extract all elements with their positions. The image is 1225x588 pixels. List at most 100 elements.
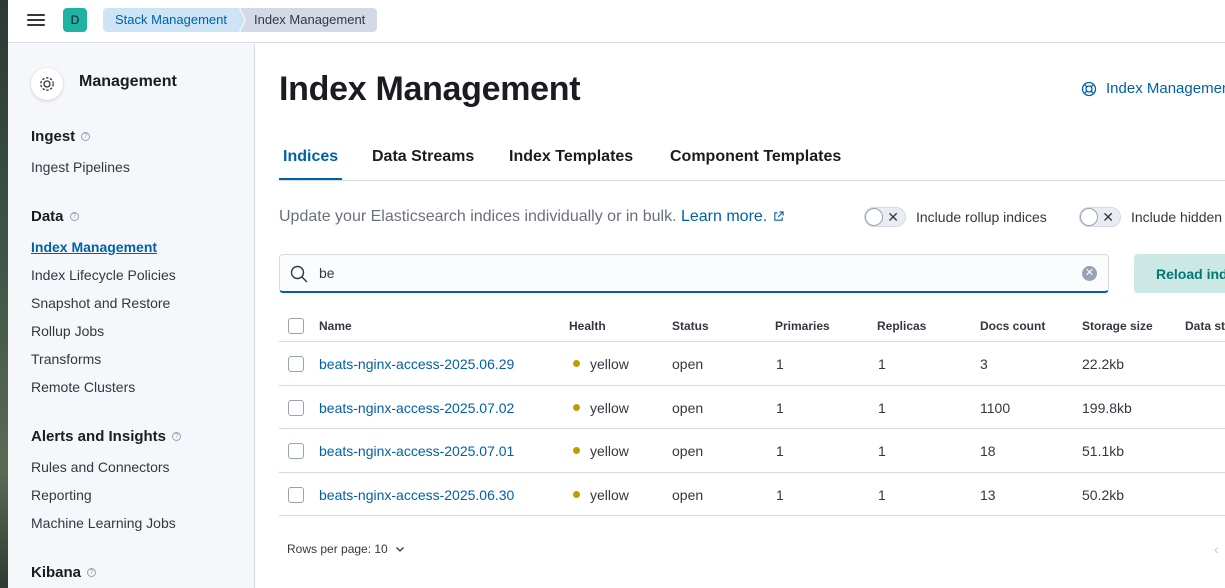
health-cell: yellow <box>573 400 629 416</box>
previous-page-icon[interactable]: ‹ <box>1214 541 1219 557</box>
sidebar-item-rules-and-connectors[interactable]: Rules and Connectors <box>31 459 170 475</box>
column-storage-size[interactable]: Storage size <box>1082 319 1153 333</box>
replicas-cell: 1 <box>878 486 886 503</box>
docs-count-cell: 13 <box>980 486 996 503</box>
reload-label: Reload indices <box>1156 265 1225 282</box>
row-checkbox[interactable] <box>288 443 304 459</box>
docs-count-cell: 18 <box>980 443 996 459</box>
table-row: beats-nginx-access-2025.06.30 yellow ope… <box>279 473 1225 516</box>
close-icon: ✕ <box>1102 209 1114 225</box>
sidebar-group-data: Data? <box>31 208 79 225</box>
question-icon: ? <box>81 132 91 141</box>
storage-size-cell: 50.2kb <box>1082 486 1125 503</box>
storage-size-cell: 199.8kb <box>1082 399 1132 416</box>
docs-count-cell: 3 <box>980 356 988 372</box>
search-field[interactable]: ✕ <box>279 254 1109 293</box>
question-icon: ? <box>87 568 97 577</box>
sidebar: Management Ingest? Ingest Pipelines Data… <box>8 44 255 588</box>
reload-indices-button[interactable]: Reload indices <box>1134 254 1225 293</box>
sidebar-item-transforms[interactable]: Transforms <box>31 351 101 367</box>
description: Update your Elasticsearch indices indivi… <box>279 208 784 226</box>
column-name[interactable]: Name <box>319 319 352 333</box>
health-cell: yellow <box>573 443 629 459</box>
tabs: Indices Data Streams Index Templates Com… <box>279 140 1225 181</box>
docs-link-label: Index Management docs <box>1106 80 1225 97</box>
health-dot-icon <box>573 447 580 454</box>
column-data-stream[interactable]: Data stream <box>1185 319 1225 333</box>
question-icon: ? <box>69 212 79 221</box>
indices-table: Name Health Status Primaries Replicas Do… <box>279 310 1225 516</box>
row-checkbox[interactable] <box>288 356 304 372</box>
tab-data-streams[interactable]: Data Streams <box>372 140 474 180</box>
rollup-switch[interactable]: ✕ <box>864 207 906 227</box>
table-row: beats-nginx-access-2025.07.02 yellow ope… <box>279 386 1225 429</box>
space-avatar[interactable]: D <box>63 8 87 32</box>
health-dot-icon <box>573 360 580 367</box>
status-cell: open <box>672 356 704 372</box>
primaries-cell: 1 <box>776 356 784 372</box>
external-link-icon <box>774 211 784 221</box>
clear-search-icon[interactable]: ✕ <box>1082 266 1097 281</box>
toggle-rollup-label: Include rollup indices <box>916 209 1047 225</box>
sidebar-item-ingest-pipelines[interactable]: Ingest Pipelines <box>31 159 130 175</box>
table-row: beats-nginx-access-2025.07.01 yellow ope… <box>279 429 1225 473</box>
primaries-cell: 1 <box>776 399 784 416</box>
table-row: beats-nginx-access-2025.06.29 yellow ope… <box>279 342 1225 386</box>
docs-count-cell: 1100 <box>980 399 1011 416</box>
health-dot-icon <box>573 490 580 498</box>
search-input[interactable] <box>319 263 1059 283</box>
lifebuoy-icon <box>1081 81 1097 96</box>
desktop-edge <box>0 0 8 588</box>
column-replicas[interactable]: Replicas <box>877 319 926 333</box>
page-title: Index Management <box>279 70 581 108</box>
sidebar-item-index-management[interactable]: Index Management <box>31 239 157 255</box>
storage-size-cell: 22.2kb <box>1082 356 1125 372</box>
index-name-link[interactable]: beats-nginx-access-2025.06.30 <box>319 487 514 503</box>
question-icon: ? <box>172 432 182 441</box>
gear-icon <box>31 68 63 100</box>
primaries-cell: 1 <box>776 443 784 459</box>
breadcrumb-index-management: Index Management <box>240 8 378 32</box>
rows-per-page-button[interactable]: Rows per page: 10 <box>287 542 405 556</box>
sidebar-item-machine-learning-jobs[interactable]: Machine Learning Jobs <box>31 515 176 531</box>
sidebar-group-kibana: Kibana? <box>31 564 97 581</box>
index-name-link[interactable]: beats-nginx-access-2025.07.01 <box>319 443 514 459</box>
sidebar-item-rollup-jobs[interactable]: Rollup Jobs <box>31 323 104 339</box>
sidebar-item-snapshot-and-restore[interactable]: Snapshot and Restore <box>31 295 170 311</box>
sidebar-item-index-lifecycle-policies[interactable]: Index Lifecycle Policies <box>31 267 176 283</box>
hamburger-menu-icon[interactable] <box>25 11 47 31</box>
replicas-cell: 1 <box>878 356 886 372</box>
docs-link[interactable]: Index Management docs <box>1081 80 1225 97</box>
toggle-rollup-indices[interactable]: ✕ Include rollup indices <box>864 207 1047 227</box>
row-checkbox[interactable] <box>288 399 304 416</box>
select-all-checkbox[interactable] <box>288 318 304 334</box>
sidebar-group-alerts-and-insights: Alerts and Insights? <box>31 428 182 445</box>
top-header: D Stack Management Index Management <box>8 0 1225 43</box>
toggle-hidden-indices[interactable]: ✕ Include hidden indices <box>1079 207 1225 227</box>
breadcrumb-stack-management[interactable]: Stack Management <box>103 8 245 32</box>
sidebar-title: Management <box>79 73 177 90</box>
column-docs-count[interactable]: Docs count <box>980 319 1045 333</box>
replicas-cell: 1 <box>878 399 886 416</box>
replicas-cell: 1 <box>878 443 886 459</box>
toggle-hidden-label: Include hidden indices <box>1131 209 1225 225</box>
index-name-link[interactable]: beats-nginx-access-2025.06.29 <box>319 356 514 372</box>
primaries-cell: 1 <box>776 486 784 503</box>
sidebar-item-remote-clusters[interactable]: Remote Clusters <box>31 379 135 395</box>
column-primaries[interactable]: Primaries <box>775 319 830 333</box>
tab-index-templates[interactable]: Index Templates <box>509 140 633 180</box>
index-name-link[interactable]: beats-nginx-access-2025.07.02 <box>319 400 514 416</box>
table-header: Name Health Status Primaries Replicas Do… <box>279 310 1225 342</box>
status-cell: open <box>672 486 704 503</box>
sidebar-item-reporting[interactable]: Reporting <box>31 487 92 503</box>
storage-size-cell: 51.1kb <box>1082 443 1125 459</box>
tab-component-templates[interactable]: Component Templates <box>670 140 841 180</box>
learn-more-link[interactable]: Learn more. <box>681 208 767 225</box>
column-status[interactable]: Status <box>672 319 709 333</box>
column-health[interactable]: Health <box>569 319 606 333</box>
health-dot-icon <box>573 403 580 411</box>
status-cell: open <box>672 443 704 459</box>
hidden-switch[interactable]: ✕ <box>1079 207 1121 227</box>
row-checkbox[interactable] <box>288 486 304 503</box>
tab-indices[interactable]: Indices <box>279 140 343 180</box>
